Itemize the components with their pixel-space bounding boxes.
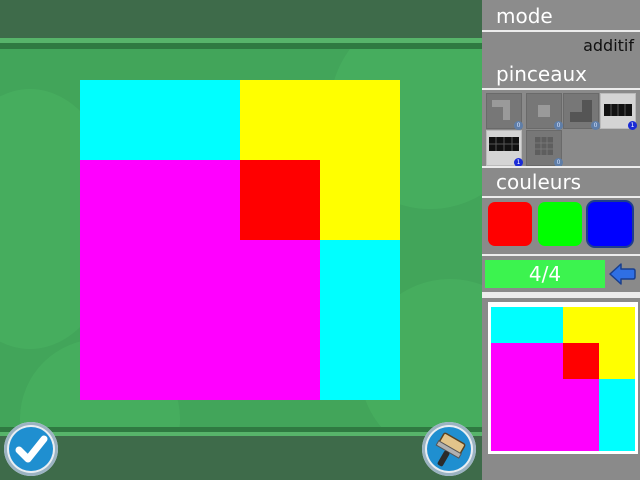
grid-cell[interactable] bbox=[320, 240, 400, 320]
grid-cell[interactable] bbox=[80, 320, 160, 400]
brush-corner[interactable]: 0 bbox=[486, 93, 523, 130]
grid-cell[interactable] bbox=[160, 320, 240, 400]
brush-badge: 0 bbox=[554, 121, 563, 130]
grid-cell bbox=[491, 343, 527, 379]
top-bar bbox=[0, 0, 482, 38]
grid-cell bbox=[491, 307, 527, 343]
color-blue-button[interactable] bbox=[588, 202, 632, 246]
target-preview-frame bbox=[488, 302, 638, 454]
grid-cell[interactable] bbox=[160, 160, 240, 240]
grid-cell[interactable] bbox=[320, 320, 400, 400]
divider bbox=[482, 254, 640, 256]
grid-cell bbox=[527, 343, 563, 379]
grid-cell[interactable] bbox=[80, 160, 160, 240]
brush-grid-square[interactable]: 0 bbox=[526, 130, 563, 167]
brush-wide-bar[interactable]: 1 bbox=[486, 130, 523, 167]
grid-cell[interactable] bbox=[240, 240, 320, 320]
undo-button[interactable] bbox=[607, 261, 637, 287]
grid-cell[interactable] bbox=[80, 80, 160, 160]
brush-tool-button-face bbox=[427, 427, 471, 471]
divider bbox=[482, 292, 640, 298]
colors-label: couleurs bbox=[496, 170, 582, 194]
brush-l-shape[interactable]: 0 bbox=[563, 93, 600, 130]
checkmark-icon bbox=[15, 435, 48, 463]
brush-small-square[interactable]: 0 bbox=[526, 93, 563, 130]
divider bbox=[482, 30, 640, 32]
grid-cell[interactable] bbox=[240, 80, 320, 160]
validate-button-face bbox=[9, 427, 53, 471]
grid-cell bbox=[527, 415, 563, 451]
grid-cell bbox=[563, 415, 599, 451]
validate-button[interactable] bbox=[4, 422, 58, 476]
grid-cell bbox=[527, 379, 563, 415]
paint-canvas[interactable] bbox=[80, 80, 400, 400]
color-red-button[interactable] bbox=[488, 202, 532, 246]
grid-cell bbox=[491, 415, 527, 451]
divider bbox=[482, 166, 640, 168]
brush-badge: 0 bbox=[514, 121, 523, 130]
grid-cell[interactable] bbox=[320, 80, 400, 160]
brush-badge: 0 bbox=[591, 121, 600, 130]
grid-cell bbox=[563, 379, 599, 415]
grid-cell[interactable] bbox=[160, 80, 240, 160]
brush-tool-button[interactable] bbox=[422, 422, 476, 476]
side-panel: mode additif pinceaux 0 0 0 1 1 0 couleu… bbox=[482, 0, 640, 480]
target-preview bbox=[491, 307, 635, 451]
grid-cell[interactable] bbox=[80, 240, 160, 320]
bottom-bar bbox=[0, 436, 482, 480]
brush-badge: 1 bbox=[628, 121, 637, 130]
back-arrow-icon bbox=[609, 263, 636, 285]
brushes-label: pinceaux bbox=[496, 62, 587, 86]
grid-cell bbox=[599, 343, 635, 379]
grid-cell[interactable] bbox=[320, 160, 400, 240]
grid-cell[interactable] bbox=[240, 160, 320, 240]
grid-cell bbox=[599, 307, 635, 343]
mode-value[interactable]: additif bbox=[583, 36, 634, 55]
game-board bbox=[0, 0, 482, 480]
grid-cell bbox=[599, 379, 635, 415]
brush-horizontal-bar[interactable]: 1 bbox=[600, 93, 637, 130]
progress-counter: 4/4 bbox=[485, 260, 605, 288]
grid-cell[interactable] bbox=[240, 320, 320, 400]
color-green-button[interactable] bbox=[538, 202, 582, 246]
grid-cell bbox=[599, 415, 635, 451]
divider bbox=[482, 88, 640, 90]
paint-brush-icon bbox=[435, 432, 466, 467]
grid-cell bbox=[563, 343, 599, 379]
grid-cell bbox=[563, 307, 599, 343]
grid-cell bbox=[491, 379, 527, 415]
grid-cell bbox=[527, 307, 563, 343]
grid-cell[interactable] bbox=[160, 240, 240, 320]
divider bbox=[482, 196, 640, 198]
mode-label: mode bbox=[496, 4, 553, 28]
